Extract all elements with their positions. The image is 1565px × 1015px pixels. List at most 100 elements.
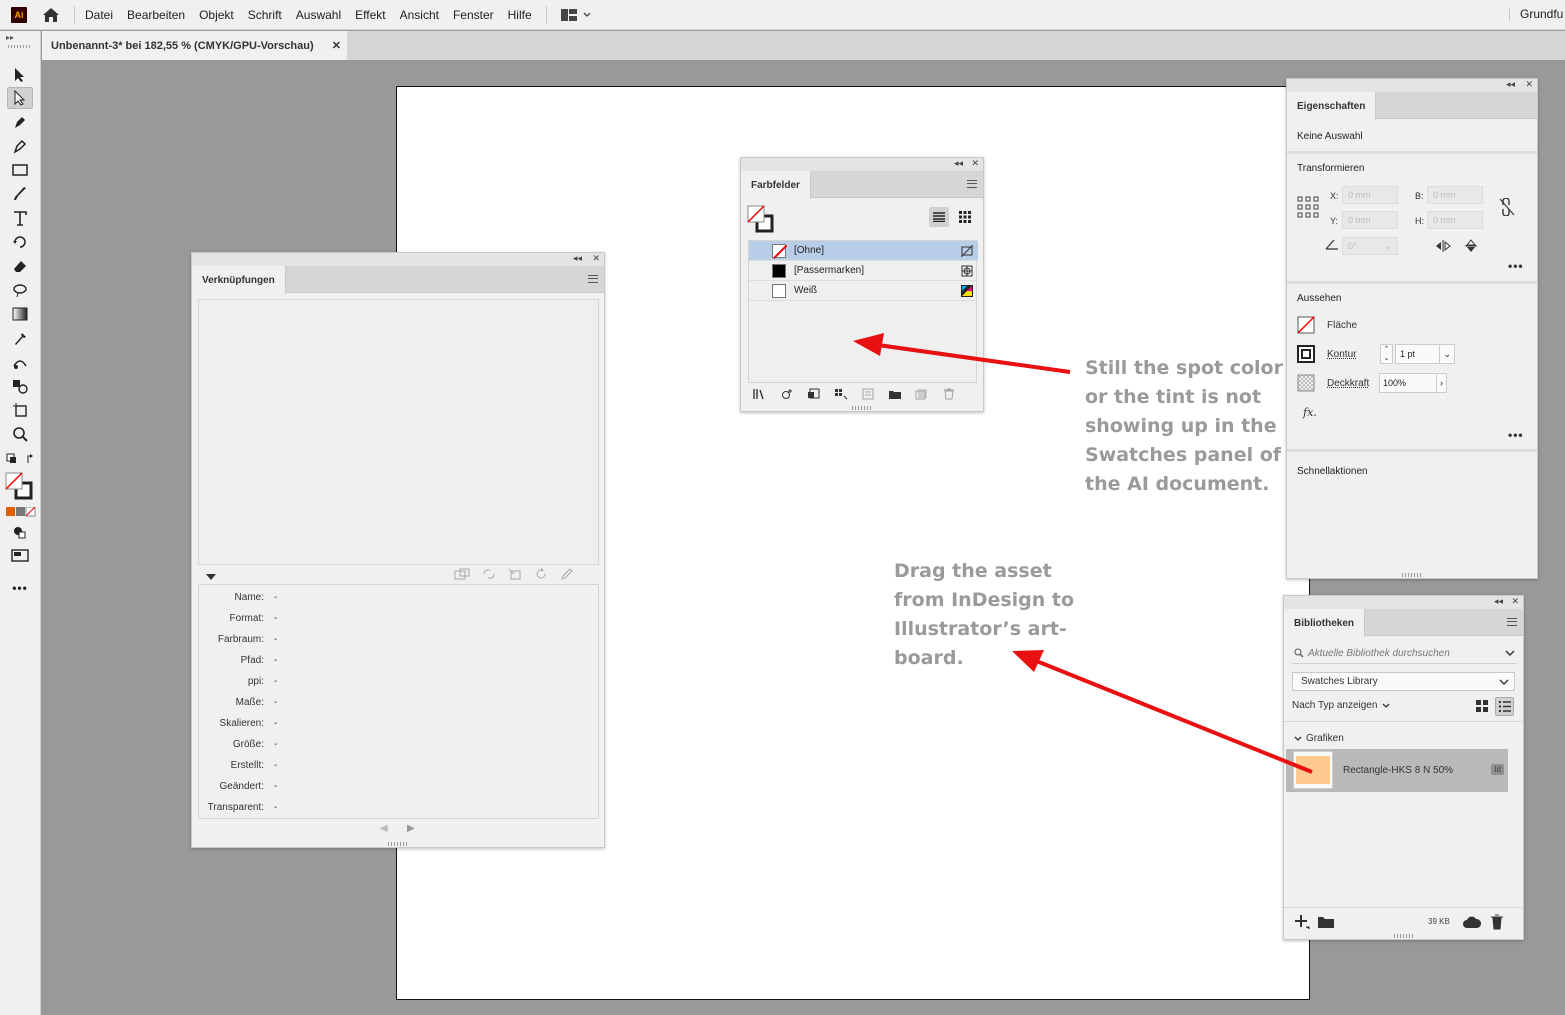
close-panel-icon[interactable]: ✕: [971, 158, 979, 169]
panel-menu-icon[interactable]: [967, 180, 977, 188]
paintbrush-tool-icon[interactable]: [7, 183, 33, 205]
menu-hilfe[interactable]: Hilfe: [508, 8, 532, 22]
curvature-tool-icon[interactable]: [7, 135, 33, 157]
stroke-swatch-icon[interactable]: [1297, 345, 1315, 366]
chevron-right-icon[interactable]: ›: [1436, 374, 1443, 392]
tab-farbfelder[interactable]: Farbfelder: [741, 171, 811, 199]
color-group-icon[interactable]: [861, 388, 875, 400]
delete-swatch-icon[interactable]: [942, 388, 956, 400]
collapse-panel-icon[interactable]: ◂◂: [954, 158, 963, 169]
swatch-libraries-icon[interactable]: [753, 388, 767, 400]
home-icon[interactable]: [40, 5, 62, 25]
add-content-icon[interactable]: [1294, 914, 1310, 933]
swatch-options-icon[interactable]: [834, 388, 848, 400]
library-asset-row[interactable]: Rectangle-HKS 8 N 50% Id: [1286, 749, 1508, 792]
rotate-field[interactable]: 0° ⌄: [1342, 237, 1398, 255]
more-options-icon[interactable]: •••: [1508, 428, 1524, 442]
panel-resize-grip[interactable]: [1393, 934, 1414, 938]
list-view-icon[interactable]: [929, 207, 949, 227]
embed-icon[interactable]: [454, 568, 470, 580]
menu-bearbeiten[interactable]: Bearbeiten: [127, 8, 185, 22]
eraser-tool-icon[interactable]: [7, 255, 33, 277]
arrange-documents-button[interactable]: [560, 8, 591, 21]
collapse-panel-icon[interactable]: ◂◂: [1494, 596, 1503, 607]
height-field[interactable]: 0 mm: [1427, 211, 1483, 229]
menu-schrift[interactable]: Schrift: [248, 8, 282, 22]
pen-tool-icon[interactable]: [7, 111, 33, 133]
grid-view-icon[interactable]: [1475, 699, 1489, 716]
fx-icon[interactable]: fx.: [1303, 406, 1317, 419]
stroke-label[interactable]: Kontur: [1327, 349, 1356, 360]
more-tools-icon[interactable]: •••: [7, 577, 33, 599]
collapse-panel-icon[interactable]: ◂◂: [1506, 79, 1515, 90]
trash-icon[interactable]: [1490, 914, 1504, 933]
update-link-icon[interactable]: [534, 568, 548, 580]
zoom-tool-icon[interactable]: [7, 423, 33, 445]
flip-horizontal-icon[interactable]: [1435, 240, 1451, 255]
panel-menu-icon[interactable]: [1507, 618, 1517, 626]
eyedropper-tool-icon[interactable]: [7, 327, 33, 349]
direct-selection-tool-icon[interactable]: [7, 87, 33, 109]
menu-objekt[interactable]: Objekt: [199, 8, 234, 22]
width-field[interactable]: 0 mm: [1427, 186, 1483, 204]
next-link-icon[interactable]: ▶: [407, 823, 415, 834]
tab-bibliotheken[interactable]: Bibliotheken: [1284, 609, 1366, 637]
swatch-row[interactable]: [Ohne]: [749, 241, 978, 261]
screen-mode-icon[interactable]: [7, 545, 33, 567]
panel-resize-grip[interactable]: [852, 406, 872, 410]
show-swatch-kinds-icon[interactable]: [807, 388, 821, 400]
show-info-toggle-icon[interactable]: [205, 572, 217, 584]
close-panel-icon[interactable]: ✕: [1511, 596, 1519, 607]
selection-tool-icon[interactable]: [7, 64, 33, 86]
reference-point-icon[interactable]: [1297, 196, 1319, 221]
menu-auswahl[interactable]: Auswahl: [296, 8, 341, 22]
menu-datei[interactable]: Datei: [85, 8, 113, 22]
document-tab[interactable]: Unbenannt-3* bei 182,55 % (CMYK/GPU-Vors…: [42, 31, 347, 60]
color-mode-icon[interactable]: [6, 506, 36, 517]
panel-resize-grip[interactable]: [388, 842, 408, 846]
new-color-group-icon[interactable]: [888, 388, 902, 400]
group-header[interactable]: Grafiken: [1294, 733, 1344, 744]
panel-menu-icon[interactable]: [588, 275, 598, 283]
panel-resize-grip[interactable]: [1402, 573, 1422, 577]
add-to-library-icon[interactable]: [780, 388, 794, 400]
collapse-panel-icon[interactable]: ◂◂: [573, 253, 582, 264]
tab-verknuepfungen[interactable]: Verknüpfungen: [192, 266, 286, 294]
filter-by-type-dropdown[interactable]: Nach Typ anzeigen: [1292, 700, 1390, 711]
stroke-stepper[interactable]: ⌃ ⌄: [1380, 344, 1393, 364]
x-field[interactable]: 0 mm: [1342, 186, 1398, 204]
workspace-switcher[interactable]: Grundfu: [1509, 7, 1565, 21]
fill-stroke-indicator[interactable]: [747, 205, 777, 236]
folder-icon[interactable]: [1317, 915, 1335, 932]
swatch-row[interactable]: [Passermarken]: [749, 261, 978, 281]
menu-effekt[interactable]: Effekt: [355, 8, 385, 22]
go-to-link-icon[interactable]: [508, 568, 522, 580]
library-search[interactable]: Aktuelle Bibliothek durchsuchen: [1292, 644, 1517, 664]
constrain-proportions-icon[interactable]: [1499, 197, 1515, 219]
rotate-tool-icon[interactable]: [7, 231, 33, 253]
close-panel-icon[interactable]: ✕: [1525, 79, 1533, 90]
edit-original-icon[interactable]: [560, 568, 574, 580]
gradient-tool-icon[interactable]: [7, 303, 33, 325]
stroke-weight-field[interactable]: 1 pt ⌄: [1395, 344, 1455, 364]
fill-swatch-icon[interactable]: [1297, 316, 1315, 337]
blend-tool-icon[interactable]: [7, 351, 33, 373]
rectangle-tool-icon[interactable]: [7, 159, 33, 181]
tab-eigenschaften[interactable]: Eigenschaften: [1287, 92, 1377, 120]
swatch-row[interactable]: Weiß: [749, 281, 978, 301]
type-tool-icon[interactable]: [7, 207, 33, 229]
lasso-tool-icon[interactable]: [7, 279, 33, 301]
library-dropdown[interactable]: Swatches Library: [1292, 672, 1515, 691]
thumbnail-view-icon[interactable]: [955, 207, 975, 227]
previous-link-icon[interactable]: ◀: [380, 823, 388, 834]
links-list[interactable]: [198, 299, 599, 565]
shape-builder-tool-icon[interactable]: [7, 375, 33, 397]
drawing-mode-icon[interactable]: [7, 521, 33, 543]
toolbox-collapse-icon[interactable]: ▸▸: [6, 33, 14, 42]
close-icon[interactable]: ✕: [332, 39, 341, 52]
relink-icon[interactable]: [482, 568, 496, 580]
toolbox-grip[interactable]: [8, 45, 32, 48]
chevron-down-icon[interactable]: ⌄: [1439, 345, 1451, 363]
cloud-icon[interactable]: [1462, 916, 1482, 932]
y-field[interactable]: 0 mm: [1342, 211, 1398, 229]
